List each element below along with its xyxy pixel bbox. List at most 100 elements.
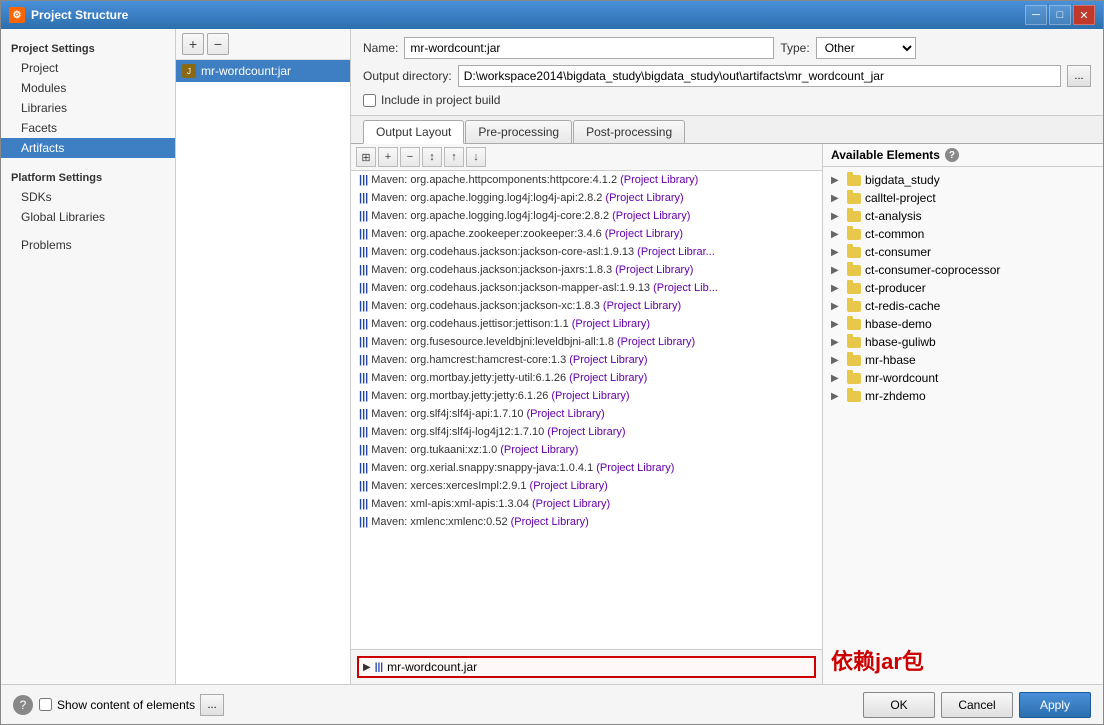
show-content-row: Show content of elements ... — [39, 694, 857, 716]
dep-item-log4j-core[interactable]: ||| Maven: org.apache.logging.log4j:log4… — [351, 207, 822, 225]
cancel-button[interactable]: Cancel — [941, 692, 1013, 718]
minimize-button[interactable]: ─ — [1025, 5, 1047, 25]
dependency-list: ||| Maven: org.apache.httpcomponents:htt… — [351, 171, 822, 649]
add-artifact-button[interactable]: + — [182, 33, 204, 55]
sidebar: Project Settings Project Modules Librari… — [1, 29, 176, 684]
sidebar-item-artifacts[interactable]: Artifacts — [1, 138, 175, 158]
sort-layout-btn[interactable]: ↕ — [422, 147, 442, 167]
show-content-browse-btn[interactable]: ... — [200, 694, 224, 716]
sidebar-separator — [1, 158, 175, 166]
dep-item-hamcrest[interactable]: ||| Maven: org.hamcrest:hamcrest-core:1.… — [351, 351, 822, 369]
tab-post-processing[interactable]: Post-processing — [573, 120, 685, 143]
tree-item-hbase-guliwb[interactable]: ▶ hbase-guliwb — [823, 333, 1103, 351]
folder-icon — [847, 211, 861, 222]
dep-item-xml-apis[interactable]: ||| Maven: xml-apis:xml-apis:1.3.04 (Pro… — [351, 495, 822, 513]
tab-output-layout[interactable]: Output Layout — [363, 120, 464, 144]
artifact-list-panel: + − J mr-wordcount:jar — [176, 29, 351, 684]
output-dir-input[interactable] — [458, 65, 1061, 87]
tree-item-ct-consumer-coprocessor[interactable]: ▶ ct-consumer-coprocessor — [823, 261, 1103, 279]
dep-item-log4j-api[interactable]: ||| Maven: org.apache.logging.log4j:log4… — [351, 189, 822, 207]
dep-item-jackson-xc[interactable]: ||| Maven: org.codehaus.jackson:jackson-… — [351, 297, 822, 315]
sidebar-separator-2 — [1, 227, 175, 235]
type-label: Type: — [780, 41, 809, 55]
layout-toolbar: ⊞ + − ↕ ↑ ↓ — [351, 144, 822, 171]
folder-icon — [847, 175, 861, 186]
maximize-button[interactable]: □ — [1049, 5, 1071, 25]
folder-icon — [847, 391, 861, 402]
folder-icon — [847, 193, 861, 204]
platform-settings-header: Platform Settings — [1, 166, 175, 187]
tree-item-ct-producer[interactable]: ▶ ct-producer — [823, 279, 1103, 297]
dep-item-slf4j-api[interactable]: ||| Maven: org.slf4j:slf4j-api:1.7.10 (P… — [351, 405, 822, 423]
name-label: Name: — [363, 41, 398, 55]
tree-item-mr-hbase[interactable]: ▶ mr-hbase — [823, 351, 1103, 369]
remove-layout-btn[interactable]: − — [400, 147, 420, 167]
add-layout-btn[interactable]: + — [378, 147, 398, 167]
remove-artifact-button[interactable]: − — [207, 33, 229, 55]
dep-item-jettison[interactable]: ||| Maven: org.codehaus.jettisor:jettiso… — [351, 315, 822, 333]
dep-item-snappy[interactable]: ||| Maven: org.xerial.snappy:snappy-java… — [351, 459, 822, 477]
tabs-bar: Output Layout Pre-processing Post-proces… — [351, 116, 1103, 144]
tree-item-mr-wordcount[interactable]: ▶ mr-wordcount — [823, 369, 1103, 387]
folder-icon — [847, 337, 861, 348]
sidebar-item-sdks[interactable]: SDKs — [1, 187, 175, 207]
ok-button[interactable]: OK — [863, 692, 935, 718]
main-window: ⚙ Project Structure ─ □ ✕ Project Settin… — [0, 0, 1104, 725]
browse-button[interactable]: ... — [1067, 65, 1091, 87]
dep-item-jackson-core-asl[interactable]: ||| Maven: org.codehaus.jackson:jackson-… — [351, 243, 822, 261]
dep-item-jackson-jaxrs[interactable]: ||| Maven: org.codehaus.jackson:jackson-… — [351, 261, 822, 279]
available-elements-panel: Available Elements ? ▶ bigdata_study ▶ — [823, 144, 1103, 684]
jar-icon: J — [182, 64, 196, 78]
folder-icon — [847, 229, 861, 240]
include-label: Include in project build — [381, 93, 500, 107]
dep-item-zookeeper[interactable]: ||| Maven: org.apache.zookeeper:zookeepe… — [351, 225, 822, 243]
move-up-btn[interactable]: ↑ — [444, 147, 464, 167]
main-panel: Name: Type: Other Output directory: ... … — [351, 29, 1103, 684]
dep-item-jetty[interactable]: ||| Maven: org.mortbay.jetty:jetty:6.1.2… — [351, 387, 822, 405]
available-elements-help[interactable]: ? — [945, 148, 959, 162]
dep-item-xerces[interactable]: ||| Maven: xerces:xercesImpl:2.9.1 (Proj… — [351, 477, 822, 495]
name-input[interactable] — [404, 37, 774, 59]
folder-icon — [847, 265, 861, 276]
output-dir-label: Output directory: — [363, 69, 452, 83]
sidebar-item-modules[interactable]: Modules — [1, 78, 175, 98]
apply-button[interactable]: Apply — [1019, 692, 1091, 718]
dep-item-httpcore[interactable]: ||| Maven: org.apache.httpcomponents:htt… — [351, 171, 822, 189]
app-icon: ⚙ — [9, 7, 25, 23]
dep-item-slf4j-log4j[interactable]: ||| Maven: org.slf4j:slf4j-log4j12:1.7.1… — [351, 423, 822, 441]
sidebar-item-facets[interactable]: Facets — [1, 118, 175, 138]
output-jar-label: mr-wordcount.jar — [387, 660, 477, 674]
type-select[interactable]: Other — [816, 37, 916, 59]
tree-item-ct-analysis[interactable]: ▶ ct-analysis — [823, 207, 1103, 225]
dep-item-leveldbjni[interactable]: ||| Maven: org.fusesource.leveldbjni:lev… — [351, 333, 822, 351]
tree-item-hbase-demo[interactable]: ▶ hbase-demo — [823, 315, 1103, 333]
artifact-item-mr-wordcount-jar[interactable]: J mr-wordcount:jar — [176, 60, 350, 82]
tab-pre-processing[interactable]: Pre-processing — [465, 120, 572, 143]
dep-item-xmlenc[interactable]: ||| Maven: xmlenc:xmlenc:0.52 (Project L… — [351, 513, 822, 531]
dep-item-jackson-mapper[interactable]: ||| Maven: org.codehaus.jackson:jackson-… — [351, 279, 822, 297]
tree-item-ct-redis[interactable]: ▶ ct-redis-cache — [823, 297, 1103, 315]
include-checkbox[interactable] — [363, 94, 376, 107]
close-button[interactable]: ✕ — [1073, 5, 1095, 25]
sidebar-item-global-libraries[interactable]: Global Libraries — [1, 207, 175, 227]
tree-item-bigdata-study[interactable]: ▶ bigdata_study — [823, 171, 1103, 189]
action-buttons: OK Cancel Apply — [863, 692, 1091, 718]
sidebar-item-project[interactable]: Project — [1, 58, 175, 78]
tree-item-ct-common[interactable]: ▶ ct-common — [823, 225, 1103, 243]
dep-item-jetty-util[interactable]: ||| Maven: org.mortbay.jetty:jetty-util:… — [351, 369, 822, 387]
show-content-checkbox[interactable] — [39, 698, 52, 711]
dep-item-xz[interactable]: ||| Maven: org.tukaani:xz:1.0 (Project L… — [351, 441, 822, 459]
show-content-btn[interactable]: ⊞ — [356, 147, 376, 167]
bottom-bar: ? Show content of elements ... OK Cancel… — [1, 684, 1103, 724]
folder-icon — [847, 283, 861, 294]
window-controls: ─ □ ✕ — [1025, 5, 1095, 25]
tree-item-calltel[interactable]: ▶ calltel-project — [823, 189, 1103, 207]
folder-icon — [847, 319, 861, 330]
tree-item-ct-consumer[interactable]: ▶ ct-consumer — [823, 243, 1103, 261]
help-button[interactable]: ? — [13, 695, 33, 715]
sidebar-item-libraries[interactable]: Libraries — [1, 98, 175, 118]
sidebar-item-problems[interactable]: Problems — [1, 235, 175, 255]
output-jar-item[interactable]: ▶ ||| mr-wordcount.jar — [357, 656, 816, 678]
tree-item-mr-zhdemo[interactable]: ▶ mr-zhdemo — [823, 387, 1103, 405]
move-down-btn[interactable]: ↓ — [466, 147, 486, 167]
